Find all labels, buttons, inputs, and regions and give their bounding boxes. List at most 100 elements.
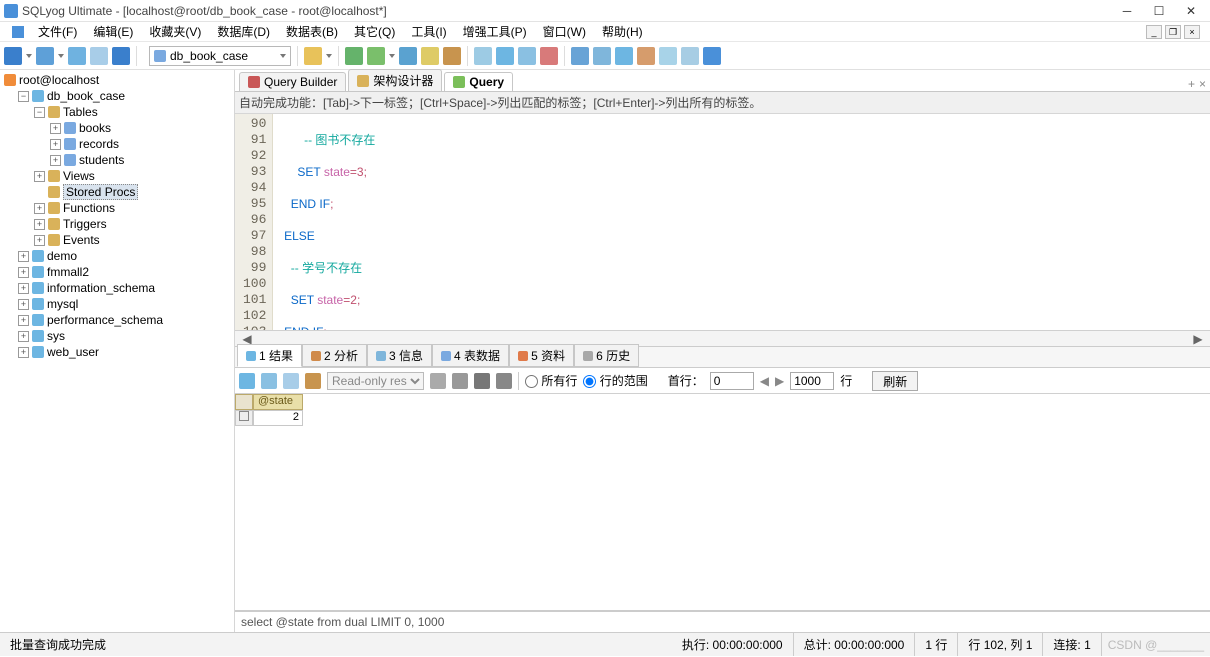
user-icon[interactable] <box>304 47 322 65</box>
tree-table-books[interactable]: +books <box>4 120 234 136</box>
tool-icon[interactable] <box>474 47 492 65</box>
tab-query-builder[interactable]: Query Builder <box>239 72 346 91</box>
tree-db-item[interactable]: +fmmall2 <box>4 264 234 280</box>
export-icon[interactable] <box>305 373 321 389</box>
dropdown-icon[interactable] <box>26 54 32 58</box>
expand-icon[interactable]: + <box>34 235 45 246</box>
tool-icon[interactable] <box>443 47 461 65</box>
tool-icon[interactable] <box>615 47 633 65</box>
collapse-icon[interactable]: − <box>18 91 29 102</box>
prev-page-icon[interactable]: ◀ <box>760 374 769 388</box>
tool-icon[interactable] <box>518 47 536 65</box>
result-tab-5[interactable]: 5 资料 <box>509 344 574 367</box>
minimize-button[interactable]: ─ <box>1120 4 1134 18</box>
sql-editor[interactable]: 9091929394959697989910010110210310410510… <box>235 114 1210 330</box>
refresh-button[interactable]: 刷新 <box>872 371 918 391</box>
expand-icon[interactable]: + <box>18 251 29 262</box>
mdi-minimize[interactable]: _ <box>1146 25 1162 39</box>
menu-adv[interactable]: 增强工具(P) <box>455 23 535 41</box>
tree-procs[interactable]: Stored Procs <box>4 184 234 200</box>
dropdown-icon[interactable] <box>58 54 64 58</box>
execute-all-icon[interactable] <box>367 47 385 65</box>
maximize-button[interactable]: ☐ <box>1152 4 1166 18</box>
menu-window[interactable]: 窗口(W) <box>535 23 594 41</box>
tree-table-records[interactable]: +records <box>4 136 234 152</box>
grid-cell[interactable]: 2 <box>253 410 303 426</box>
rows-input[interactable] <box>790 372 834 390</box>
result-tab-1[interactable]: 1 结果 <box>237 344 302 367</box>
expand-icon[interactable]: + <box>18 267 29 278</box>
add-tab-icon[interactable]: + <box>1188 77 1195 91</box>
menu-table[interactable]: 数据表(B) <box>278 23 346 41</box>
result-tab-2[interactable]: 2 分析 <box>302 344 367 367</box>
close-button[interactable]: ✕ <box>1184 4 1198 18</box>
tool-icon[interactable] <box>659 47 677 65</box>
menu-help[interactable]: 帮助(H) <box>594 23 651 41</box>
expand-icon[interactable]: + <box>18 299 29 310</box>
tree-events[interactable]: +Events <box>4 232 234 248</box>
grid-row[interactable]: 2 <box>235 410 1210 426</box>
scroll-right-icon[interactable]: ▶ <box>1192 332 1204 346</box>
grid-row-selector[interactable] <box>235 410 253 426</box>
mdi-restore[interactable]: ❐ <box>1165 25 1181 39</box>
expand-icon[interactable]: + <box>18 331 29 342</box>
tool-icon[interactable] <box>703 47 721 65</box>
tree-db-item[interactable]: +performance_schema <box>4 312 234 328</box>
dropdown-icon[interactable] <box>326 54 332 58</box>
next-page-icon[interactable]: ▶ <box>775 374 784 388</box>
db-selector[interactable]: db_book_case <box>149 46 291 66</box>
tool-icon[interactable] <box>496 47 514 65</box>
tool-icon[interactable] <box>36 47 54 65</box>
tree-views[interactable]: +Views <box>4 168 234 184</box>
tool-icon[interactable] <box>571 47 589 65</box>
tool-icon[interactable] <box>637 47 655 65</box>
tree-root[interactable]: root@localhost <box>4 72 234 88</box>
collapse-icon[interactable]: − <box>34 107 45 118</box>
refresh-icon[interactable] <box>112 47 130 65</box>
tool-icon[interactable] <box>540 47 558 65</box>
expand-icon[interactable]: + <box>18 315 29 326</box>
grid-header[interactable]: @state <box>253 394 303 410</box>
dropdown-icon[interactable] <box>389 54 395 58</box>
expand-icon[interactable]: + <box>34 203 45 214</box>
menu-other[interactable]: 其它(Q) <box>346 23 403 41</box>
tab-query[interactable]: Query <box>444 72 513 91</box>
mdi-close[interactable]: × <box>1184 25 1200 39</box>
result-tab-3[interactable]: 3 信息 <box>367 344 432 367</box>
tool-icon[interactable] <box>68 47 86 65</box>
expand-icon[interactable]: + <box>50 139 61 150</box>
menu-file[interactable]: 文件(F) <box>30 23 85 41</box>
tree-db-item[interactable]: +sys <box>4 328 234 344</box>
tree-db[interactable]: −db_book_case <box>4 88 234 104</box>
result-tab-6[interactable]: 6 历史 <box>574 344 639 367</box>
radio-range[interactable]: 行的范围 <box>583 372 647 389</box>
grid-icon[interactable] <box>239 373 255 389</box>
tool-icon[interactable] <box>452 373 468 389</box>
object-tree[interactable]: root@localhost −db_book_case −Tables +bo… <box>0 70 235 632</box>
first-row-input[interactable] <box>710 372 754 390</box>
expand-icon[interactable]: + <box>34 171 45 182</box>
text-icon[interactable] <box>283 373 299 389</box>
expand-icon[interactable]: + <box>34 219 45 230</box>
tree-table-students[interactable]: +students <box>4 152 234 168</box>
tool-icon[interactable] <box>421 47 439 65</box>
result-grid[interactable]: @state 2 <box>235 394 1210 611</box>
tool-icon[interactable] <box>681 47 699 65</box>
expand-icon[interactable]: + <box>50 155 61 166</box>
code-area[interactable]: -- 图书不存在 SET state=3; END IF; ELSE -- 学号… <box>273 114 1210 330</box>
tree-db-item[interactable]: +web_user <box>4 344 234 360</box>
tool-icon[interactable] <box>593 47 611 65</box>
new-conn-icon[interactable] <box>4 47 22 65</box>
tree-tables[interactable]: −Tables <box>4 104 234 120</box>
readonly-select[interactable]: Read-only res <box>327 372 424 390</box>
tree-db-item[interactable]: +demo <box>4 248 234 264</box>
execute-icon[interactable] <box>345 47 363 65</box>
result-tab-4[interactable]: 4 表数据 <box>432 344 509 367</box>
format-icon[interactable] <box>399 47 417 65</box>
expand-icon[interactable]: + <box>18 283 29 294</box>
expand-icon[interactable]: + <box>50 123 61 134</box>
form-icon[interactable] <box>261 373 277 389</box>
tool-icon[interactable] <box>474 373 490 389</box>
checkbox-icon[interactable] <box>239 411 249 421</box>
tree-funcs[interactable]: +Functions <box>4 200 234 216</box>
